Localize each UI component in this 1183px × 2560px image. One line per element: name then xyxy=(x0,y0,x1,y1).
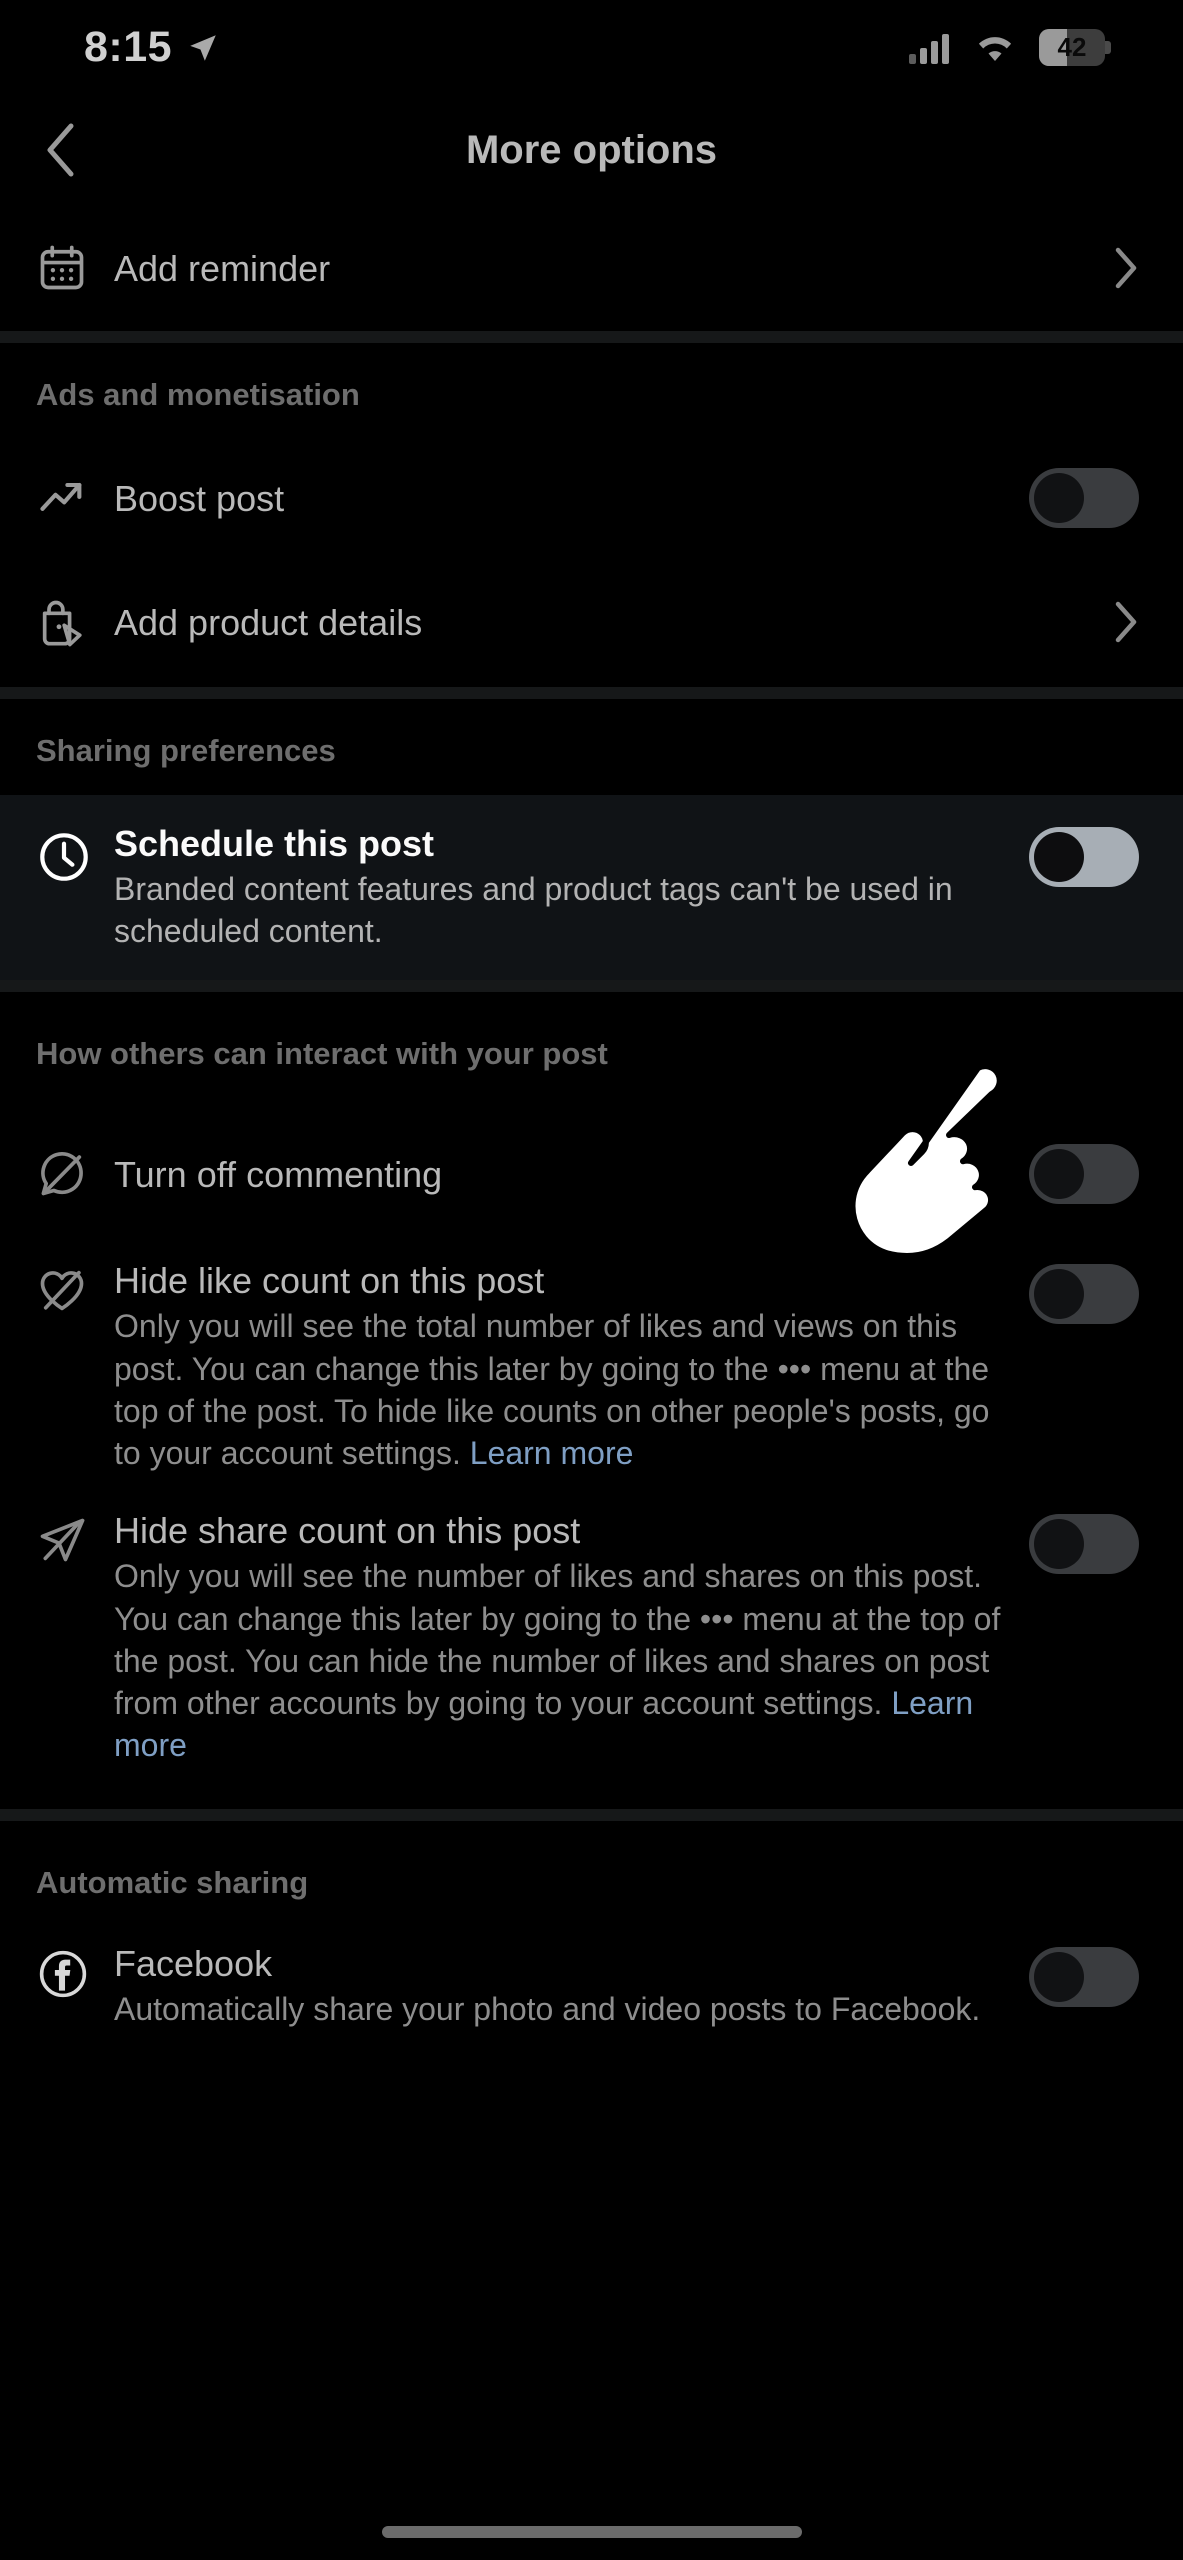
battery-percentage: 42 xyxy=(1057,32,1087,62)
wifi-icon xyxy=(973,31,1017,64)
facebook-icon xyxy=(36,1941,114,2001)
row-facebook[interactable]: Facebook Automatically share your photo … xyxy=(0,1937,1183,2030)
status-bar-right: 42 xyxy=(909,29,1111,66)
row-add-reminder[interactable]: Add reminder xyxy=(0,205,1183,331)
row-hide-share-count-description: Only you will see the number of likes an… xyxy=(114,1555,1009,1766)
section-header-how-others-interact: How others can interact with your post xyxy=(36,1036,608,1072)
row-add-product-details-body: Add product details xyxy=(114,600,1039,645)
toggle-track[interactable] xyxy=(1029,1144,1139,1205)
toggle-track[interactable] xyxy=(1029,827,1139,887)
row-facebook-title: Facebook xyxy=(114,1942,273,1984)
boost-post-toggle[interactable] xyxy=(1029,468,1139,528)
shopping-tag-icon xyxy=(36,596,114,648)
hide-like-count-toggle[interactable] xyxy=(1029,1258,1139,1325)
toggle-knob xyxy=(1034,1519,1084,1570)
facebook-toggle[interactable] xyxy=(1029,1941,1139,2007)
trending-up-icon xyxy=(36,472,114,524)
toggle-knob xyxy=(1034,1269,1084,1320)
row-add-reminder-title: Add reminder xyxy=(114,247,331,289)
row-boost-post-body: Boost post xyxy=(114,476,1029,521)
section-divider xyxy=(0,331,1183,343)
status-bar-clock: 8:15 xyxy=(84,23,173,71)
row-hide-share-count[interactable]: Hide share count on this post Only you w… xyxy=(0,1474,1183,1766)
row-facebook-description: Automatically share your photo and video… xyxy=(114,1990,981,2027)
row-hide-share-count-title: Hide share count on this post xyxy=(114,1510,581,1552)
row-hide-share-count-body: Hide share count on this post Only you w… xyxy=(114,1508,1029,1766)
heart-off-icon xyxy=(36,1258,114,1316)
turn-off-commenting-toggle[interactable] xyxy=(1029,1144,1139,1205)
status-bar-left: 8:15 xyxy=(84,23,220,72)
calendar-icon xyxy=(36,242,114,294)
toggle-knob xyxy=(1034,1149,1084,1200)
cellular-signal-icon xyxy=(909,32,951,64)
chevron-right-icon[interactable] xyxy=(1039,246,1139,290)
toggle-track[interactable] xyxy=(1029,1264,1139,1325)
toggle-knob xyxy=(1034,832,1084,882)
hide-like-count-learn-more-link[interactable]: Learn more xyxy=(470,1435,634,1471)
location-arrow-icon xyxy=(186,31,220,65)
row-facebook-body: Facebook Automatically share your photo … xyxy=(114,1941,1029,2030)
row-hide-like-count[interactable]: Hide like count on this post Only you wi… xyxy=(0,1238,1183,1474)
section-header-ads-and-monetisation: Ads and monetisation xyxy=(36,377,360,412)
battery-cap xyxy=(1105,41,1111,54)
row-hide-like-count-title: Hide like count on this post xyxy=(114,1260,545,1302)
section-divider xyxy=(0,687,1183,699)
row-turn-off-commenting-body: Turn off commenting xyxy=(114,1152,1029,1197)
phone-screen: 8:15 42 More options Add reminder Ads an… xyxy=(0,0,1183,2560)
toggle-track[interactable] xyxy=(1029,468,1139,528)
row-add-product-details[interactable]: Add product details xyxy=(0,557,1183,687)
chevron-left-icon xyxy=(47,123,74,177)
chevron-right-icon[interactable] xyxy=(1039,600,1139,644)
row-turn-off-commenting[interactable]: Turn off commenting xyxy=(0,1110,1183,1238)
row-add-reminder-body: Add reminder xyxy=(114,246,1039,291)
hide-share-count-toggle[interactable] xyxy=(1029,1508,1139,1575)
toggle-track[interactable] xyxy=(1029,1946,1139,2007)
toggle-knob xyxy=(1034,473,1084,523)
toggle-knob xyxy=(1034,1951,1084,2002)
schedule-post-toggle[interactable] xyxy=(1029,821,1139,887)
row-turn-off-commenting-title: Turn off commenting xyxy=(114,1153,443,1195)
navigation-header: More options xyxy=(0,95,1183,205)
section-header-sharing-preferences: Sharing preferences xyxy=(36,733,336,768)
status-bar: 8:15 42 xyxy=(0,0,1183,95)
section-header-automatic-sharing: Automatic sharing xyxy=(36,1864,309,1900)
section-divider xyxy=(0,980,1183,993)
row-schedule-this-post[interactable]: Schedule this post Branded content featu… xyxy=(0,795,1183,981)
row-boost-post-title: Boost post xyxy=(114,477,285,519)
row-hide-like-count-body: Hide like count on this post Only you wi… xyxy=(114,1258,1029,1474)
row-schedule-this-post-title: Schedule this post xyxy=(114,823,435,864)
row-hide-like-count-description: Only you will see the total number of li… xyxy=(114,1305,1009,1474)
back-button[interactable] xyxy=(30,120,90,180)
hide-share-count-desc-text: Only you will see the number of likes an… xyxy=(114,1558,1001,1722)
row-schedule-this-post-description: Branded content features and product tag… xyxy=(114,871,953,950)
battery-icon: 42 xyxy=(1039,29,1111,66)
section-divider xyxy=(0,1808,1183,1821)
share-off-icon xyxy=(36,1508,114,1566)
home-indicator xyxy=(381,2526,802,2538)
row-add-product-details-title: Add product details xyxy=(114,601,423,643)
row-schedule-this-post-body: Schedule this post Branded content featu… xyxy=(114,821,1029,952)
comment-off-icon xyxy=(36,1148,114,1200)
toggle-track[interactable] xyxy=(1029,1514,1139,1575)
clock-icon xyxy=(36,821,114,885)
row-boost-post[interactable]: Boost post xyxy=(0,439,1183,557)
page-title: More options xyxy=(465,127,718,172)
